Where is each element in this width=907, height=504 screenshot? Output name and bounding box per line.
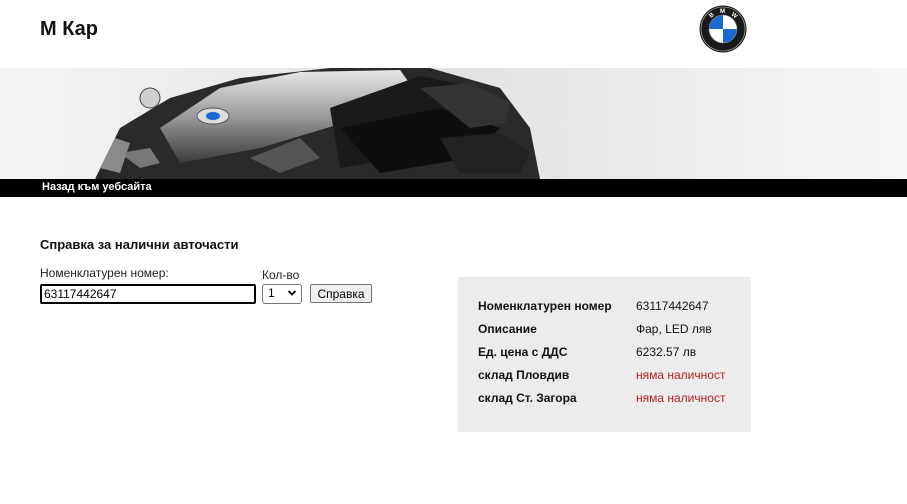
result-value-part-number: 63117442647	[636, 299, 709, 313]
part-number-label: Номенклатурен номер:	[40, 266, 169, 280]
result-value-description: Фар, LED ляв	[636, 322, 712, 336]
result-label-stock-plovdiv: склад Пловдив	[478, 368, 570, 382]
page-header: M Кар B M W	[0, 0, 907, 68]
part-number-input[interactable]	[40, 284, 256, 304]
chevron-down-icon	[287, 290, 297, 296]
back-to-website-link[interactable]: Назад към уебсайта	[42, 181, 152, 193]
result-value-stock-plovdiv: няма наличност	[636, 368, 726, 382]
search-button[interactable]: Справка	[310, 284, 372, 303]
top-navbar: Назад към уебсайта	[0, 179, 907, 197]
result-value-stock-st-zagora: няма наличност	[636, 391, 726, 405]
engine-banner-image	[0, 68, 907, 179]
quantity-label: Кол-во	[262, 268, 300, 282]
bmw-logo-icon: B M W	[699, 5, 747, 53]
result-panel: Номенклатурен номер 63117442647 Описание…	[458, 277, 751, 432]
result-label-description: Описание	[478, 322, 537, 336]
brand-title: M Кар	[40, 18, 99, 40]
result-label-part-number: Номенклатурен номер	[478, 299, 612, 313]
result-label-stock-st-zagora: склад Ст. Загора	[478, 391, 577, 405]
result-label-price: Ед. цена с ДДС	[478, 345, 568, 359]
result-value-price: 6232.57 лв	[636, 345, 697, 359]
quantity-select[interactable]: 1	[262, 284, 302, 304]
quantity-selected-value: 1	[268, 286, 275, 300]
page-title: Справка за налични авточасти	[40, 237, 239, 252]
svg-text:M: M	[720, 9, 725, 15]
